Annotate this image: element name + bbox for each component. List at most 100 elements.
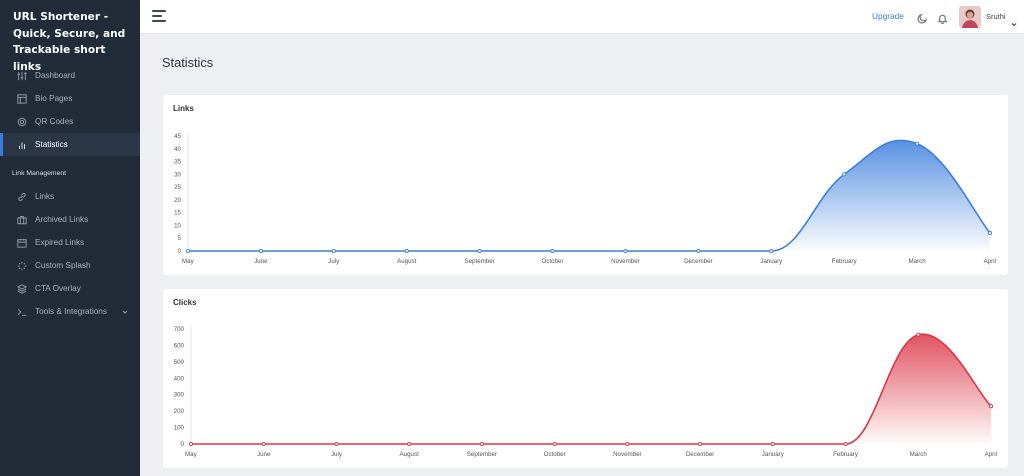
links-chart-card: Links 0 5 10 15 20 25 30 35 40 45 May June July Augus…	[163, 95, 1008, 275]
menu-toggle-icon[interactable]	[152, 10, 166, 22]
app-title[interactable]: URL Shortener - Quick, Secure, and Track…	[0, 0, 140, 73]
sidebar-item-dashboard[interactable]: Dashboard	[0, 64, 140, 87]
y-tick-label: 20	[174, 197, 181, 204]
data-point[interactable]	[623, 248, 628, 254]
sidebar-item-label: Custom Splash	[35, 261, 91, 270]
y-tick-label: 300	[174, 392, 185, 399]
data-point[interactable]	[552, 441, 557, 447]
y-tick-label: 0	[178, 248, 182, 255]
y-tick-label: 15	[174, 210, 181, 217]
sidebar-item-label: CTA Overlay	[35, 284, 81, 293]
x-tick-label: April	[984, 258, 996, 265]
layers-icon	[16, 283, 27, 294]
x-tick-label: October	[542, 258, 564, 265]
y-tick-label: 5	[178, 235, 182, 242]
sidebar-item-cta-overlay[interactable]: CTA Overlay	[0, 277, 140, 300]
briefcase-icon	[16, 214, 27, 225]
series-area	[191, 334, 991, 444]
sidebar-nav-links: Links Archived Links Expired Links Custo…	[0, 185, 140, 323]
sidebar: URL Shortener - Quick, Secure, and Track…	[0, 0, 140, 476]
top-navbar: Upgrade Sruthi	[140, 0, 1024, 34]
chevron-down-icon	[122, 308, 128, 314]
data-point[interactable]	[477, 248, 482, 254]
data-point[interactable]	[479, 441, 484, 447]
y-tick-label: 500	[174, 359, 185, 366]
data-point[interactable]	[334, 441, 339, 447]
layout-icon	[16, 93, 27, 104]
sidebar-nav: Dashboard Bio Pages QR Codes Statistics	[0, 64, 140, 156]
x-tick-label: June	[254, 258, 268, 265]
data-point[interactable]	[696, 248, 701, 254]
sidebar-item-label: Dashboard	[35, 71, 76, 80]
qr-icon	[16, 116, 27, 127]
x-tick-label: January	[762, 451, 785, 458]
sidebar-item-tools-integrations[interactable]: Tools & Integrations	[0, 300, 140, 323]
terminal-icon	[16, 306, 27, 317]
x-tick-label: July	[328, 258, 340, 265]
x-tick-label: April	[985, 451, 997, 458]
links-chart: 0 5 10 15 20 25 30 35 40 45 May June July August Septe…	[174, 133, 996, 265]
x-tick-label: May	[185, 451, 198, 458]
data-point[interactable]	[404, 248, 409, 254]
x-tick-label: August	[397, 258, 417, 265]
x-tick-label: March	[910, 451, 928, 458]
data-point[interactable]	[625, 441, 630, 447]
x-tick-label: September	[464, 258, 494, 265]
sidebar-item-label: Links	[35, 192, 55, 201]
sidebar-item-archived-links[interactable]: Archived Links	[0, 208, 140, 231]
data-point[interactable]	[769, 248, 774, 254]
sidebar-item-bio-pages[interactable]: Bio Pages	[0, 87, 140, 110]
y-tick-label: 35	[174, 159, 181, 166]
x-tick-label: July	[331, 451, 343, 458]
y-tick-label: 600	[174, 342, 185, 349]
data-point[interactable]	[916, 332, 921, 337]
x-tick-label: March	[908, 258, 926, 265]
data-point[interactable]	[843, 441, 848, 447]
y-tick-label: 100	[174, 425, 185, 432]
data-point[interactable]	[185, 248, 191, 254]
y-tick-label: 200	[174, 408, 185, 415]
sidebar-item-custom-splash[interactable]: Custom Splash	[0, 254, 140, 277]
data-point[interactable]	[915, 141, 920, 146]
data-point[interactable]	[188, 441, 194, 447]
chevron-down-icon[interactable]	[1011, 14, 1017, 27]
sidebar-item-statistics[interactable]: Statistics	[0, 133, 140, 156]
data-point[interactable]	[261, 441, 266, 447]
y-tick-label: 25	[174, 184, 181, 191]
user-name[interactable]: Sruthi	[986, 12, 1006, 21]
bell-icon[interactable]	[937, 11, 948, 25]
data-point[interactable]	[550, 248, 555, 254]
upgrade-link[interactable]: Upgrade	[872, 11, 904, 21]
sidebar-item-qr-codes[interactable]: QR Codes	[0, 110, 140, 133]
x-tick-label: February	[832, 258, 858, 265]
y-tick-label: 700	[174, 326, 185, 333]
data-point[interactable]	[987, 231, 993, 236]
bar-chart-icon	[16, 139, 27, 150]
x-tick-label: May	[182, 258, 195, 265]
y-tick-label: 400	[174, 375, 185, 382]
series-area	[188, 140, 990, 251]
x-tick-label: December	[684, 258, 713, 265]
data-point[interactable]	[988, 404, 994, 409]
data-point[interactable]	[770, 441, 775, 447]
data-point[interactable]	[698, 441, 703, 447]
clicks-chart: 0 100 200 300 400 500 600 700 May June July August S…	[174, 326, 997, 458]
sidebar-item-expired-links[interactable]: Expired Links	[0, 231, 140, 254]
sidebar-item-label: QR Codes	[35, 117, 74, 126]
y-tick-label: 45	[174, 133, 181, 140]
x-tick-label: November	[613, 451, 642, 458]
y-tick-label: 0	[181, 441, 185, 448]
avatar[interactable]	[959, 6, 981, 28]
sliders-icon	[16, 70, 27, 81]
data-point[interactable]	[842, 172, 847, 177]
x-tick-label: January	[760, 258, 783, 265]
x-tick-label: November	[611, 258, 640, 265]
sidebar-item-links[interactable]: Links	[0, 185, 140, 208]
y-tick-label: 10	[174, 222, 181, 229]
loader-icon	[16, 260, 27, 271]
data-point[interactable]	[407, 441, 412, 447]
data-point[interactable]	[258, 248, 263, 254]
moon-icon[interactable]	[917, 11, 928, 24]
x-tick-label: December	[686, 451, 715, 458]
data-point[interactable]	[331, 248, 336, 254]
